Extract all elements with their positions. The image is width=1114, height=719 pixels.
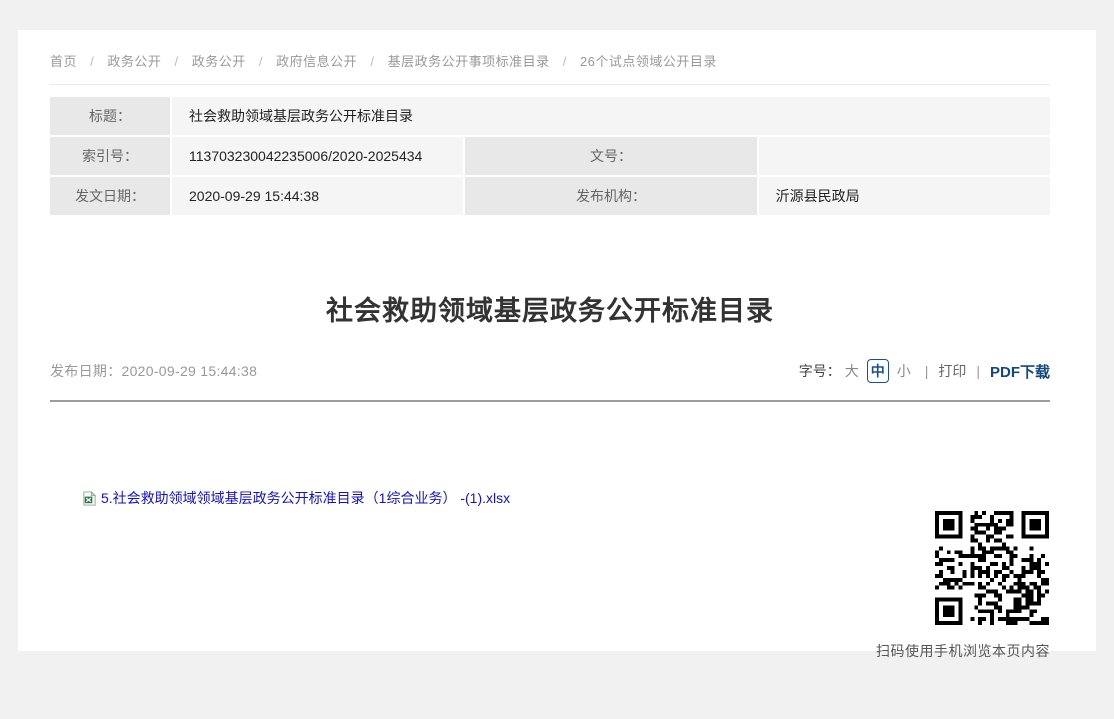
index-number-value: 113703230042235006/2020-2025434 (172, 137, 463, 175)
font-size-small-button[interactable]: 小 (897, 361, 911, 381)
doc-number-label: 文号： (465, 137, 756, 175)
breadcrumb-separator: / (90, 54, 94, 69)
pdf-download-button[interactable]: PDF下载 (990, 361, 1050, 382)
attachment-row: 5.社会救助领域领域基层政务公开标准目录（1综合业务） -(1).xlsx (50, 488, 1050, 508)
page-title: 社会救助领域基层政务公开标准目录 (50, 289, 1050, 328)
attachment-link[interactable]: 5.社会救助领域领域基层政务公开标准目录（1综合业务） -(1).xlsx (101, 488, 510, 508)
breadcrumb-separator: / (259, 54, 263, 69)
breadcrumb-divider (50, 84, 1050, 85)
doc-number-value (759, 137, 1050, 175)
breadcrumb-pilot-catalog[interactable]: 26个试点领域公开目录 (580, 54, 717, 69)
qr-caption: 扫码使用手机浏览本页内容 (876, 641, 1050, 661)
content-page: 首页 / 政务公开 / 政务公开 / 政府信息公开 / 基层政务公开事项标准目录… (18, 30, 1096, 651)
qr-block: 扫码使用手机浏览本页内容 (50, 511, 1050, 661)
table-row: 索引号： 113703230042235006/2020-2025434 文号： (50, 137, 1050, 175)
article-meta-row: 发布日期：2020-09-29 15:44:38 字号： 大 中 小 | 打印 … (50, 359, 1050, 383)
qr-code (934, 511, 1050, 625)
breadcrumb-gov-info[interactable]: 政府信息公开 (276, 54, 357, 69)
breadcrumb-standard-catalog[interactable]: 基层政务公开事项标准目录 (388, 54, 550, 69)
article-toolbar: 字号： 大 中 小 | 打印 | PDF下载 (799, 359, 1050, 383)
table-row: 发文日期： 2020-09-29 15:44:38 发布机构： 沂源县民政局 (50, 177, 1050, 215)
publish-date-value: 2020-09-29 15:44:38 (122, 363, 258, 379)
breadcrumb-zhengwu-1[interactable]: 政务公开 (107, 54, 161, 69)
font-size-large-button[interactable]: 大 (845, 361, 859, 381)
breadcrumb-separator: / (175, 54, 179, 69)
article-divider (50, 400, 1050, 402)
agency-value: 沂源县民政局 (759, 177, 1050, 215)
excel-file-icon (82, 491, 97, 506)
agency-label: 发布机构： (465, 177, 756, 215)
issue-date-value: 2020-09-29 15:44:38 (172, 177, 463, 215)
table-row: 标题： 社会救助领域基层政务公开标准目录 (50, 97, 1050, 135)
title-label: 标题： (50, 97, 170, 135)
title-value: 社会救助领域基层政务公开标准目录 (172, 97, 1050, 135)
breadcrumb-separator: / (370, 54, 374, 69)
publish-date-label: 发布日期： (50, 363, 122, 379)
breadcrumb-home[interactable]: 首页 (50, 54, 77, 69)
print-button[interactable]: 打印 (938, 361, 966, 381)
document-meta-table: 标题： 社会救助领域基层政务公开标准目录 索引号： 11370323004223… (48, 95, 1052, 217)
toolbar-separator: | (976, 363, 980, 379)
publish-date: 发布日期：2020-09-29 15:44:38 (50, 361, 257, 381)
toolbar-separator: | (925, 363, 929, 379)
breadcrumb-zhengwu-2[interactable]: 政务公开 (192, 54, 246, 69)
index-number-label: 索引号： (50, 137, 170, 175)
breadcrumb: 首页 / 政务公开 / 政务公开 / 政府信息公开 / 基层政务公开事项标准目录… (50, 30, 1050, 70)
font-size-label: 字号： (799, 361, 841, 381)
font-size-medium-button[interactable]: 中 (867, 359, 889, 383)
breadcrumb-separator: / (563, 54, 567, 69)
issue-date-label: 发文日期： (50, 177, 170, 215)
